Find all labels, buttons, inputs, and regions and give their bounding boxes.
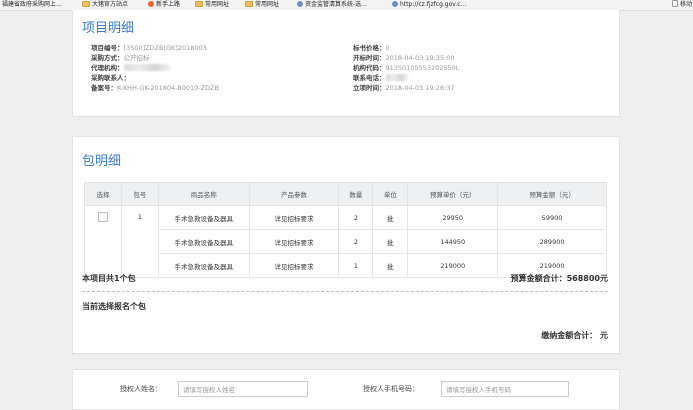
info-filing-number: 备案号：K-XHH-GK-201804-B0010-ZDZB — [91, 84, 220, 92]
globe-icon — [392, 1, 398, 7]
unit: 批 — [372, 229, 409, 254]
bookmark-item[interactable]: 新手上路 — [148, 0, 180, 10]
quantity: 2 — [338, 229, 374, 254]
column-header: 商品名称 — [157, 182, 250, 206]
quantity: 2 — [338, 205, 374, 230]
bookmark-item[interactable]: 资金监管清算系统-选... — [297, 0, 367, 10]
globe-icon — [297, 1, 303, 7]
product-name: 手术急救设备及器具 — [157, 205, 250, 230]
project-title: 项目明细 — [82, 20, 135, 35]
table-header-row: 选择 包号 商品名称 产品参数 数量 单位 预算单价（元） 预算金额（元） — [84, 182, 607, 206]
info-org-code: 机构代码：91350105553202550L — [353, 64, 460, 72]
amount: 289900 — [497, 229, 607, 254]
product-param: 详见招标要求 — [248, 205, 340, 230]
bookmark-item[interactable]: 大猪官方站点 — [82, 0, 128, 10]
unit-price: 144950 — [407, 229, 499, 254]
unit: 批 — [372, 205, 409, 230]
fire-icon — [148, 1, 154, 7]
table-row: 手术急救设备及器具 详见招标要求 2 批 144950 289900 — [85, 229, 607, 254]
authorizer-phone-input[interactable]: 请填写授权人手机号码 — [441, 381, 569, 397]
authorizer-panel: 授权人姓名： 请填写授权人姓名 授权人手机号码： 请填写授权人手机号码 — [72, 369, 620, 410]
column-header: 包号 — [120, 182, 159, 206]
column-header: 选择 — [84, 182, 122, 206]
package-number: 1 — [120, 205, 159, 278]
package-checkbox[interactable] — [97, 212, 108, 222]
authorizer-name-label: 授权人姓名： — [120, 385, 162, 393]
column-header: 预算金额（元） — [497, 182, 607, 206]
select-cell — [84, 205, 122, 278]
info-phone: 联系电话： — [353, 74, 408, 83]
folder-icon — [82, 1, 90, 7]
info-agency: 代理机构： — [91, 64, 170, 73]
dashed-divider — [82, 291, 608, 292]
column-header: 数量 — [338, 182, 374, 206]
table-row: 1 手术急救设备及器具 详见招标要求 2 批 29950 59900 — [84, 205, 607, 278]
column-header: 预算单价（元） — [407, 182, 499, 206]
info-bid-price: 标书价格：0 — [353, 44, 390, 52]
column-header: 产品参数 — [248, 182, 340, 206]
project-detail-panel: 项目明细 项目编号：[3500]ZDZB[GK]2018003 采购方式：公开招… — [72, 10, 620, 117]
authorizer-name-input[interactable]: 请填写授权人姓名 — [178, 381, 308, 397]
fee-total-text: 缴纳金额合计： 元 — [541, 331, 608, 340]
bookmark-item[interactable]: http://cz.fjzfcg.gov.c... — [392, 0, 466, 10]
bookmark-item[interactable]: 常用网址 — [195, 0, 229, 10]
info-opening-time: 开标时间：2018-04-03 19:35:00 — [353, 54, 455, 62]
package-summary-row: 本项目共1个包 预算金额合计：568800元 — [82, 273, 608, 285]
total-packages-text: 本项目共1个包 — [82, 274, 136, 283]
authorizer-phone-label: 授权人手机号码： — [363, 385, 419, 393]
folder-icon — [195, 1, 203, 7]
redacted-block — [123, 64, 170, 71]
info-procurement-method: 采购方式：公开招标 — [91, 54, 150, 62]
product-param: 详见招标要求 — [248, 229, 340, 254]
column-header: 单位 — [372, 182, 409, 206]
unit-price: 29950 — [407, 205, 499, 230]
product-name: 手术急救设备及器具 — [157, 229, 250, 254]
info-project-number: 项目编号：[3500]ZDZB[GK]2018003 — [91, 44, 207, 52]
page-icon — [672, 0, 678, 7]
bookmark-item[interactable]: 福建省政府采购网上... — [0, 0, 62, 10]
info-setup-time: 立项时间：2018-04-03 19:26:37 — [353, 84, 455, 92]
info-contact: 采购联系人： — [91, 74, 130, 82]
redacted-block — [385, 74, 408, 81]
package-title: 包明细 — [82, 153, 122, 168]
amount: 59900 — [497, 205, 607, 230]
bookmark-item[interactable]: 常用网址 — [245, 0, 279, 10]
bookmark-item[interactable]: 移动 — [672, 0, 692, 10]
package-table: 选择 包号 商品名称 产品参数 数量 单位 预算单价（元） 预算金额（元） 1 … — [84, 182, 607, 278]
package-detail-panel: 包明细 选择 包号 商品名称 产品参数 数量 单位 预算单价（元） 预算金额（元… — [72, 136, 620, 354]
budget-total-text: 预算金额合计：568800元 — [510, 274, 608, 283]
selected-packages-text: 当前选择报名个包 — [82, 302, 146, 311]
fee-total-row: 缴纳金额合计： 元 — [82, 330, 608, 342]
folder-icon — [245, 1, 253, 7]
